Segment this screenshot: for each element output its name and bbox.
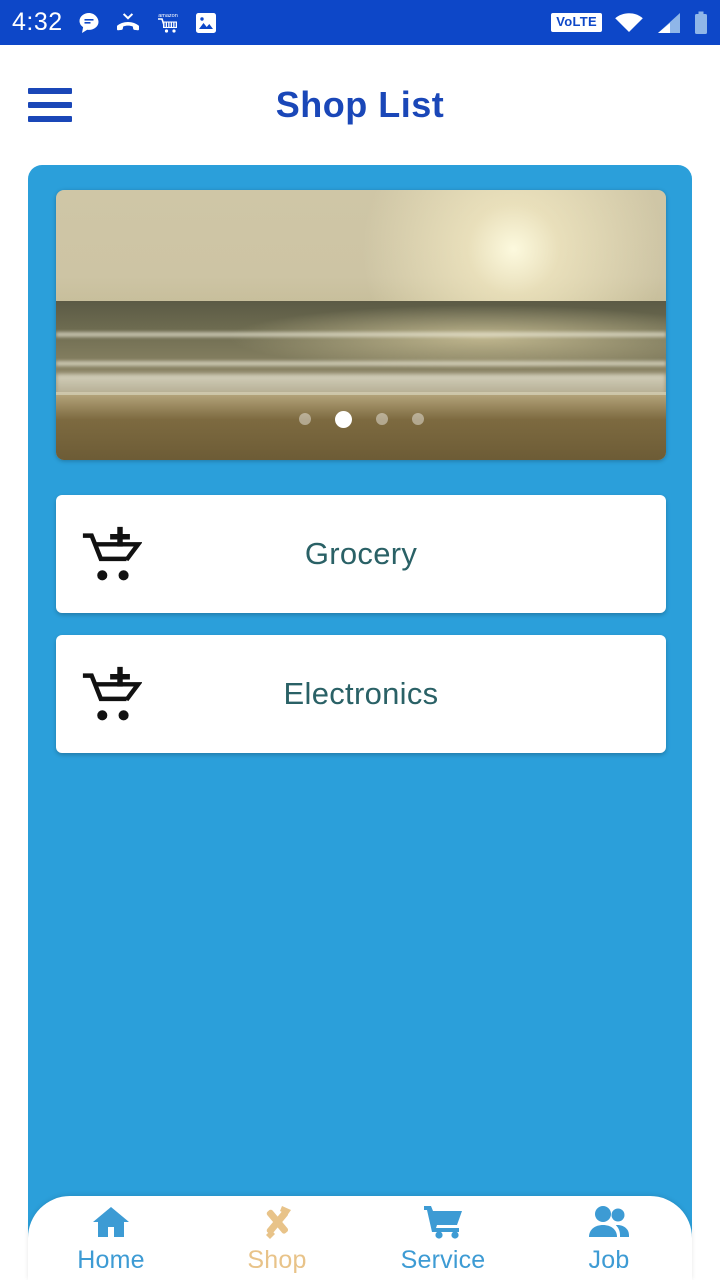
shopping-cart-icon	[424, 1206, 462, 1239]
nav-item-shop[interactable]: Shop	[194, 1204, 360, 1275]
nav-item-job[interactable]: Job	[526, 1204, 692, 1275]
status-bar-left: 4:32 amazon	[12, 8, 217, 37]
hamburger-line	[28, 102, 72, 108]
status-bar: 4:32 amazon VoLTE	[0, 0, 720, 45]
hamburger-line	[28, 116, 72, 122]
category-card-grocery[interactable]: Grocery	[56, 495, 666, 613]
battery-icon	[695, 11, 707, 34]
content-panel: Grocery Electronics	[28, 165, 692, 1280]
carousel-dot-active[interactable]	[334, 411, 352, 428]
carousel-dots	[56, 411, 666, 428]
category-label: Grocery	[304, 536, 418, 571]
category-label: Electronics	[283, 676, 439, 711]
volte-badge: VoLTE	[551, 13, 602, 32]
bottom-navigation-bar: Home Shop Service Job	[28, 1196, 692, 1280]
hero-carousel[interactable]	[56, 190, 666, 460]
nav-item-home[interactable]: Home	[28, 1204, 194, 1275]
image-icon	[195, 12, 216, 33]
amazon-cart-icon: amazon	[157, 13, 178, 33]
cellular-signal-icon	[658, 12, 680, 33]
tools-icon	[266, 1206, 291, 1239]
carousel-dot[interactable]	[298, 413, 311, 425]
nav-item-service[interactable]: Service	[360, 1204, 526, 1275]
app-bar: Shop List	[0, 45, 720, 165]
wifi-icon	[615, 12, 643, 32]
category-list: Grocery Electronics	[56, 495, 666, 775]
add-to-cart-icon	[82, 526, 142, 581]
carousel-dot[interactable]	[411, 413, 424, 425]
category-card-electronics[interactable]: Electronics	[56, 635, 666, 753]
missed-call-icon	[116, 12, 139, 30]
home-icon	[93, 1207, 129, 1237]
people-icon	[589, 1206, 629, 1237]
app-screen: 4:32 amazon VoLTE Shop List Grocery Elec…	[0, 0, 720, 1280]
message-icon	[79, 12, 99, 33]
add-to-cart-icon	[82, 666, 142, 721]
hamburger-line	[28, 88, 72, 94]
page-title: Shop List	[275, 84, 445, 125]
carousel-dot[interactable]	[375, 413, 388, 425]
nav-label-home: Home	[77, 1246, 145, 1274]
hamburger-menu-icon[interactable]	[28, 88, 72, 122]
status-bar-right: VoLTE	[551, 11, 708, 35]
status-bar-clock: 4:32	[12, 8, 63, 36]
nav-label-shop: Shop	[247, 1246, 307, 1274]
svg-text:amazon: amazon	[158, 13, 178, 19]
nav-label-service: Service	[400, 1246, 486, 1274]
nav-label-job: Job	[588, 1246, 630, 1274]
